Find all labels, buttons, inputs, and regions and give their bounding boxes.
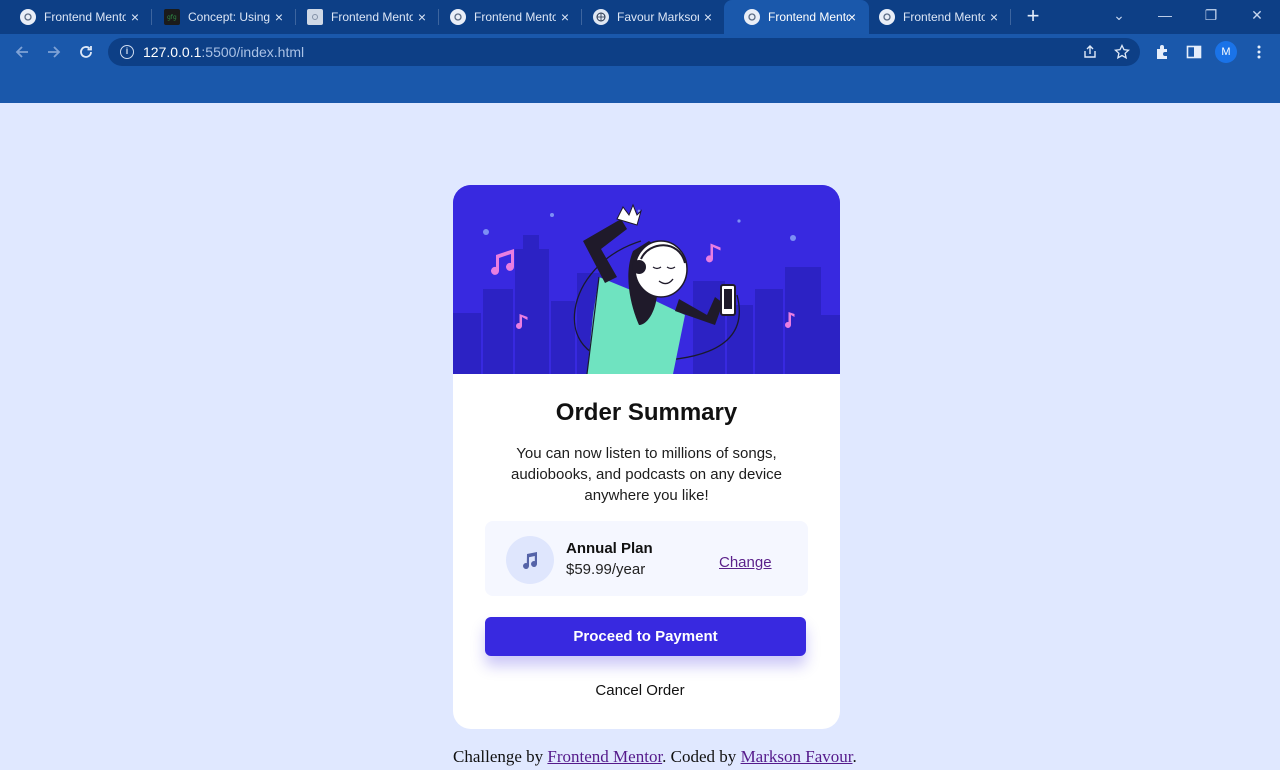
menu-icon[interactable] xyxy=(1250,43,1268,61)
browser-toolbar: i 127.0.0.1:5500/index.html M xyxy=(0,34,1280,70)
tab-title: Frontend Mentor xyxy=(474,10,556,24)
browser-tab[interactable]: Frontend Mentor × xyxy=(859,0,1011,34)
close-icon[interactable]: × xyxy=(701,10,715,24)
hero-illustration xyxy=(453,185,840,374)
dancing-listener-illustration xyxy=(453,185,840,374)
attribution-prefix: Challenge by xyxy=(453,747,548,766)
music-note-icon xyxy=(506,536,554,584)
url-host: 127.0.0.1 xyxy=(143,44,202,60)
attribution: Challenge by Frontend Mentor. Coded by M… xyxy=(453,747,857,767)
url-path: :5500/index.html xyxy=(201,44,305,60)
forward-icon[interactable] xyxy=(42,40,66,64)
browser-tab-active[interactable]: Frontend Mentor × xyxy=(724,0,869,34)
browser-tab[interactable]: Frontend Mentor × xyxy=(430,0,582,34)
back-icon[interactable] xyxy=(10,40,34,64)
browser-tab[interactable]: Frontend Mentor × xyxy=(287,0,439,34)
close-icon[interactable]: × xyxy=(845,10,859,24)
plan-name: Annual Plan xyxy=(566,540,653,557)
tab-bar: Frontend Mentor × gfg Concept: Using × F… xyxy=(0,0,1280,34)
gfg-icon: gfg xyxy=(164,9,180,25)
minimize-icon[interactable]: — xyxy=(1142,0,1188,30)
order-summary-title: Order Summary xyxy=(555,399,738,426)
new-tab-icon[interactable]: + xyxy=(1023,5,1043,28)
browser-tab[interactable]: Frontend Mentor × xyxy=(0,0,152,34)
tab-title: Favour Markson xyxy=(617,10,699,24)
browser-tab[interactable]: gfg Concept: Using × xyxy=(144,0,296,34)
share-icon[interactable] xyxy=(1082,44,1098,60)
cancel-order-button[interactable]: Cancel Order xyxy=(453,682,827,699)
close-icon[interactable]: × xyxy=(272,10,286,24)
attribution-suffix: . xyxy=(852,747,857,766)
author-link[interactable]: Markson Favour xyxy=(741,747,853,766)
frontend-mentor-icon xyxy=(450,9,466,25)
tab-title: Frontend Mentor xyxy=(331,10,413,24)
address-bar[interactable]: i 127.0.0.1:5500/index.html xyxy=(108,38,1140,66)
plan-summary: Annual Plan $59.99/year Change xyxy=(485,521,808,596)
bookmark-star-icon[interactable] xyxy=(1114,43,1130,60)
close-icon[interactable]: × xyxy=(558,10,572,24)
frontend-mentor-icon xyxy=(20,9,36,25)
bookmarks-bar xyxy=(0,70,1280,103)
change-plan-link[interactable]: Change xyxy=(719,554,772,571)
browser-tab[interactable]: Favour Markson × xyxy=(573,0,725,34)
page-icon xyxy=(307,9,323,25)
globe-icon xyxy=(593,9,609,25)
svg-text:gfg: gfg xyxy=(167,14,177,21)
tab-search-icon[interactable]: ⌄ xyxy=(1096,0,1142,30)
order-summary-description: You can now listen to millions of songs,… xyxy=(510,445,783,504)
proceed-to-payment-button[interactable]: Proceed to Payment xyxy=(485,617,806,656)
close-icon[interactable]: × xyxy=(415,10,429,24)
frontend-mentor-icon xyxy=(879,9,895,25)
tab-title: Frontend Mentor xyxy=(903,10,985,24)
close-icon[interactable]: × xyxy=(128,10,142,24)
plan-price: $59.99/year xyxy=(566,561,646,578)
extensions-icon[interactable] xyxy=(1153,43,1171,61)
tab-title: Frontend Mentor xyxy=(44,10,126,24)
restore-icon[interactable]: ❐ xyxy=(1188,0,1234,30)
attribution-middle: . Coded by xyxy=(662,747,741,766)
frontend-mentor-link[interactable]: Frontend Mentor xyxy=(547,747,662,766)
tab-title: Concept: Using xyxy=(188,10,270,24)
profile-avatar[interactable]: M xyxy=(1215,41,1237,63)
side-panel-icon[interactable] xyxy=(1185,43,1203,61)
close-icon[interactable]: × xyxy=(987,10,1001,24)
reload-icon[interactable] xyxy=(74,40,98,64)
window-close-icon[interactable]: ✕ xyxy=(1234,0,1280,30)
url-text: 127.0.0.1:5500/index.html xyxy=(143,44,304,60)
site-info-icon[interactable]: i xyxy=(120,45,134,59)
order-summary-card: Order Summary You can now listen to mill… xyxy=(453,185,840,729)
frontend-mentor-icon xyxy=(744,9,760,25)
tab-title: Frontend Mentor xyxy=(768,10,850,24)
